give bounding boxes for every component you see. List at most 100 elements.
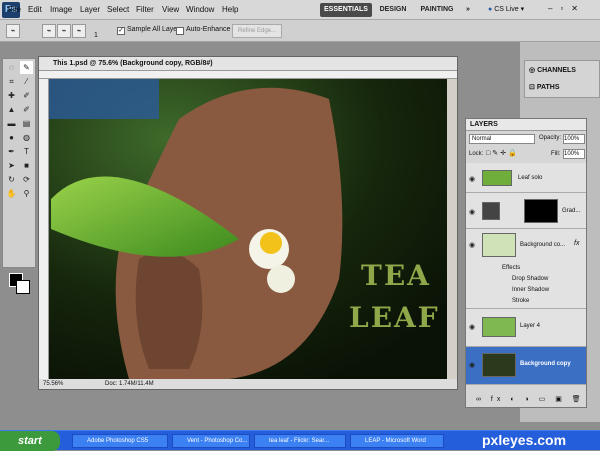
path-select-tool-icon[interactable]: ➤ [5,159,18,172]
channels-icon: ◎ [529,67,538,74]
start-button[interactable]: start [0,431,60,451]
visibility-eye-icon[interactable]: ◉ [469,241,477,249]
layer-name: Layer 4 [520,323,541,329]
fill-field[interactable]: 100% [563,149,585,159]
effect-item[interactable]: Inner Shadow [512,287,549,293]
taskbar-item[interactable]: LEAP - Microsoft Word [350,434,444,448]
taskbar-item[interactable]: Vent - Photoshop Co... [172,434,250,448]
lock-label: Lock: [469,151,484,157]
brush-tool-icon[interactable]: ✐ [20,89,33,102]
layers-tab[interactable]: LAYERS [466,119,586,131]
menu-filter[interactable]: Filter [136,5,154,14]
menu-edit[interactable]: Edit [28,5,42,14]
fx-icon[interactable]: fx [574,240,579,247]
canvas-text-tea: TEA [361,259,431,292]
quick-selection-preset-icon[interactable]: ⌁ [6,24,20,38]
layer-row-selected[interactable]: ◉ Background copy [466,347,586,385]
menu-view[interactable]: View [162,5,179,14]
opacity-label: Opacity: [539,135,562,141]
crop-tool-icon[interactable]: ⌗ [5,75,18,88]
menu-layer[interactable]: Layer [80,5,100,14]
hand-tool-icon[interactable]: ✋ [5,187,18,200]
zoom-tool-icon[interactable]: ⚲ [20,187,33,200]
visibility-eye-icon[interactable]: ◉ [469,175,477,183]
close-icon[interactable]: ✕ [571,4,586,13]
restore-icon[interactable]: ▫ [560,4,571,13]
layer-name: Background co... [520,242,566,248]
eyedropper-tool-icon[interactable]: ⁄ [20,75,33,88]
image-canvas[interactable]: TEA LEAF [49,79,447,379]
canvas-image [49,79,447,379]
layer-name: Grad... [562,208,581,214]
layer-mask-thumbnail [524,199,558,223]
stamp-tool-icon[interactable]: ▲ [5,103,18,116]
minimize-icon[interactable]: – [548,4,560,13]
shape-tool-icon[interactable]: ■ [20,159,33,172]
refine-edge-button[interactable]: Refine Edge... [232,24,282,38]
opacity-field[interactable]: 100% [563,134,585,144]
workspace-more[interactable]: » [462,3,474,17]
layer-thumbnail [482,317,516,337]
canvas-text-leaf: LEAF [349,301,440,334]
adjustment-thumbnail [482,202,500,220]
cs-live-button[interactable]: ● CS Live ▾ [488,3,524,17]
layer-row[interactable]: ◉ Layer 4 [466,309,586,347]
doc-size: Doc: 1.74M/11.4M [105,381,154,387]
channels-paths-panel: ◎ CHANNELS ⊡ PATHS [524,60,600,98]
layers-footer-buttons[interactable]: ∞ fx ◐ ◑ ▭ ▣ 🗑 [466,393,586,407]
effect-item[interactable]: Stroke [512,298,529,304]
lock-icons[interactable]: □✎✛🔒 [486,149,519,157]
channels-tab[interactable]: ◎ CHANNELS [529,66,576,74]
workspace-essentials[interactable]: ESSENTIALS [320,3,372,17]
auto-enhance-label: Auto-Enhance [186,26,231,33]
workspace-painting[interactable]: PAINTING [418,3,456,17]
layer-row[interactable]: ◉ Leaf solo [466,163,586,193]
3d-rotate-tool-icon[interactable]: ↻ [5,173,18,186]
3d-camera-tool-icon[interactable]: ⟳ [20,173,33,186]
layer-name: Leaf solo [518,175,543,181]
effect-item[interactable]: Drop Shadow [512,276,548,282]
layer-thumbnail [482,170,512,186]
eraser-tool-icon[interactable]: ▬ [5,117,18,130]
status-bar: 75.56% Doc: 1.74M/11.4M [39,379,457,389]
type-tool-icon[interactable]: T [20,145,33,158]
vertical-ruler [39,79,49,379]
globe-icon: ● [488,6,493,13]
dodge-tool-icon[interactable]: ◍ [20,131,33,144]
history-brush-icon[interactable]: ✐ [20,103,33,116]
menu-file[interactable]: File [8,5,21,14]
add-to-selection-icon[interactable]: ⌁ [57,24,71,38]
paths-tab[interactable]: ⊡ PATHS [529,83,560,91]
taskbar-item[interactable]: tea leaf - Flickr: Sear... [254,434,346,448]
visibility-eye-icon[interactable]: ◉ [469,323,477,331]
options-bar: ⌁ ⌁ ⌁ ⌁ 1 ✓ Sample All Layers Auto-Enhan… [0,20,600,42]
blend-mode-select[interactable]: Normal [469,134,535,144]
healing-tool-icon[interactable]: ✚ [5,89,18,102]
layer-row[interactable]: ◉ Grad... [466,193,586,229]
blur-tool-icon[interactable]: ● [5,131,18,144]
auto-enhance-checkbox[interactable] [176,27,184,35]
menu-image[interactable]: Image [50,5,72,14]
quick-select-tool-icon[interactable]: ✎ [20,61,33,74]
visibility-eye-icon[interactable]: ◉ [469,208,477,216]
background-color-swatch[interactable] [16,280,30,294]
brush-size[interactable]: 1 [94,32,98,39]
visibility-eye-icon[interactable]: ◉ [469,361,477,369]
taskbar-item[interactable]: Adobe Photoshop CS5 [72,434,168,448]
marquee-tool-icon[interactable]: ◌ [5,61,18,74]
layer-thumbnail [482,233,516,257]
pen-tool-icon[interactable]: ✒ [5,145,18,158]
paths-icon: ⊡ [529,84,537,91]
menu-help[interactable]: Help [222,5,238,14]
new-selection-icon[interactable]: ⌁ [42,24,56,38]
zoom-level[interactable]: 75.56% [43,379,63,389]
menu-window[interactable]: Window [186,5,214,14]
gradient-tool-icon[interactable]: ▤ [20,117,33,130]
layer-row[interactable]: ◉ Background co... fx Effects Drop Shado… [466,229,586,309]
document-title[interactable]: This 1.psd @ 75.6% (Background copy, RGB… [39,57,457,71]
subtract-from-selection-icon[interactable]: ⌁ [72,24,86,38]
sample-all-layers-checkbox[interactable]: ✓ [117,27,125,35]
menu-select[interactable]: Select [107,5,129,14]
workspace-design[interactable]: DESIGN [378,3,408,17]
app-menubar: Ps File Edit Image Layer Select Filter V… [0,0,600,20]
